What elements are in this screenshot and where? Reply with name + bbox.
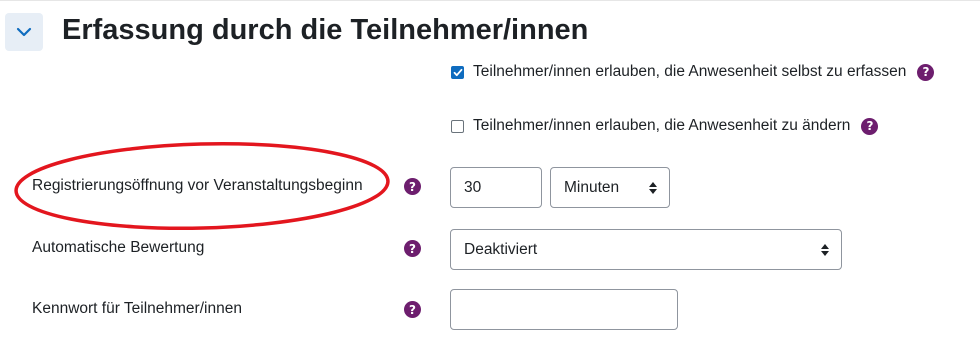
help-icon-registration-opening[interactable]: ? (404, 178, 421, 195)
section-title: Erfassung durch die Teilnehmer/innen (62, 14, 589, 46)
registration-opening-value: 30 (464, 178, 482, 196)
help-icon-self-marking[interactable]: ? (917, 63, 935, 81)
section-collapse-button[interactable] (5, 13, 43, 51)
checkmark-icon (453, 68, 462, 76)
self-marking-option: Teilnehmer/innen erlauben, die Anwesenhe… (451, 62, 935, 82)
registration-opening-input[interactable]: 30 (450, 167, 542, 208)
help-icon-allow-change[interactable]: ? (861, 117, 879, 135)
registration-opening-unit-select[interactable]: Minuten (550, 167, 670, 208)
help-icon-student-password[interactable]: ? (404, 301, 421, 318)
top-divider (0, 0, 980, 1)
auto-grading-label: Automatische Bewertung (32, 239, 205, 256)
allow-change-option: Teilnehmer/innen erlauben, die Anwesenhe… (451, 116, 879, 136)
student-password-label: Kennwort für Teilnehmer/innen (32, 300, 242, 317)
auto-grading-select[interactable]: Deaktiviert (450, 229, 842, 270)
select-caret-icon (821, 243, 829, 256)
self-marking-checkbox[interactable] (451, 65, 464, 79)
allow-change-checkbox[interactable] (451, 119, 464, 133)
auto-grading-value: Deaktiviert (464, 240, 538, 258)
self-marking-label: Teilnehmer/innen erlauben, die Anwesenhe… (473, 63, 907, 80)
select-caret-icon (649, 181, 657, 194)
student-password-input[interactable] (450, 289, 678, 330)
allow-change-label: Teilnehmer/innen erlauben, die Anwesenhe… (473, 117, 851, 134)
help-icon-auto-grading[interactable]: ? (404, 240, 421, 257)
registration-opening-unit-value: Minuten (564, 178, 620, 196)
chevron-down-icon (16, 27, 32, 37)
registration-opening-label: Registrierungsöffnung vor Veranstaltungs… (32, 177, 363, 194)
